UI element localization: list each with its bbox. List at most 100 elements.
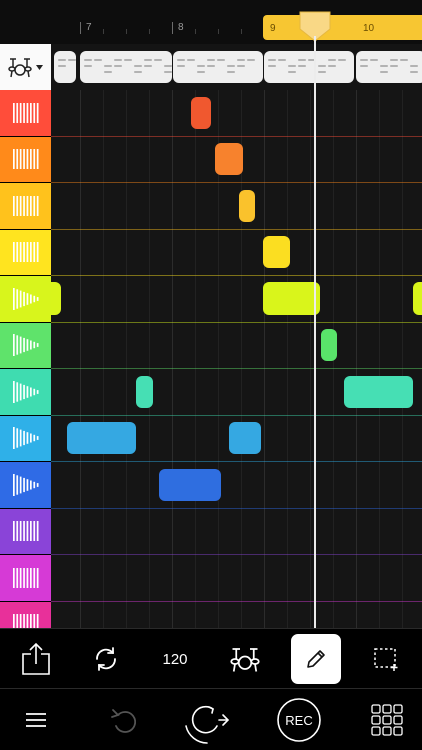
loop-region[interactable]: 9 10	[263, 15, 422, 40]
pattern-preview-step	[217, 59, 225, 61]
pattern-block[interactable]	[356, 51, 422, 83]
select-tool-button[interactable]	[362, 635, 410, 683]
track-separator	[51, 182, 422, 183]
pencil-tool-button[interactable]	[291, 634, 341, 684]
sample-wave-icon	[12, 473, 38, 496]
menu-button[interactable]	[11, 695, 61, 745]
sample-bars-icon	[12, 242, 38, 263]
hamburger-menu-icon	[26, 713, 46, 727]
pattern-lane[interactable]	[0, 44, 422, 90]
track-separator	[51, 507, 422, 509]
pattern-preview-step	[134, 65, 142, 67]
pattern-preview-step	[104, 65, 112, 67]
drum-pad[interactable]	[0, 508, 51, 554]
grid-view-button[interactable]	[362, 695, 412, 745]
pattern-preview-step	[328, 65, 336, 67]
note-block[interactable]	[413, 282, 422, 316]
grid-icon	[371, 704, 403, 736]
track-separator	[51, 414, 422, 416]
drum-pad[interactable]	[0, 136, 51, 182]
track-separator	[51, 368, 422, 369]
pattern-block[interactable]	[264, 51, 354, 83]
drum-pad[interactable]	[0, 601, 51, 628]
pattern-preview-step	[227, 71, 235, 73]
note-block[interactable]	[136, 375, 153, 408]
drum-pad[interactable]	[0, 322, 51, 368]
pattern-block[interactable]	[54, 51, 76, 83]
drum-pad[interactable]	[0, 229, 51, 275]
track-separator	[51, 135, 422, 137]
play-button[interactable]	[182, 695, 232, 745]
pattern-preview-step	[207, 59, 215, 61]
bar-label-10: 10	[363, 23, 375, 34]
pattern-preview-step	[177, 65, 185, 67]
sample-bars-icon	[12, 102, 38, 123]
sample-bars-icon	[12, 567, 38, 588]
drum-pad[interactable]	[0, 183, 51, 229]
bar-label-8: 8	[178, 22, 184, 33]
record-button[interactable]: REC	[274, 695, 324, 745]
pattern-preview-step	[237, 65, 245, 67]
pattern-block[interactable]	[80, 51, 172, 83]
drum-pad[interactable]	[0, 555, 51, 601]
sample-wave-icon	[12, 334, 38, 357]
pattern-preview-step	[68, 59, 76, 61]
bar-label-7: 7	[86, 22, 92, 33]
note-block[interactable]	[263, 282, 320, 316]
kit-selector[interactable]	[0, 44, 51, 90]
note-grid[interactable]	[51, 90, 422, 628]
pattern-preview-step	[164, 71, 172, 73]
note-block[interactable]	[51, 282, 61, 316]
note-block[interactable]	[191, 96, 211, 129]
pencil-icon	[307, 650, 325, 668]
bar-label-9: 9	[270, 23, 276, 34]
bar-tick	[172, 22, 173, 34]
pattern-preview-step	[84, 65, 92, 67]
undo-button[interactable]	[98, 695, 148, 745]
pattern-preview-step	[318, 65, 326, 67]
kit-button[interactable]	[221, 635, 269, 683]
pattern-preview-step	[58, 59, 66, 61]
marquee-select-icon	[374, 648, 398, 671]
beat-tick	[103, 29, 104, 34]
track-separator	[51, 228, 422, 230]
note-block[interactable]	[215, 143, 243, 176]
drum-pad[interactable]	[0, 90, 51, 136]
pattern-preview-step	[237, 59, 245, 61]
note-block[interactable]	[229, 422, 261, 455]
timeline-ruler[interactable]: 7 8 9 10	[0, 0, 422, 44]
pattern-preview-step	[288, 65, 296, 67]
drum-pads	[0, 90, 51, 628]
pattern-preview-step	[268, 59, 276, 61]
drum-pad[interactable]	[0, 415, 51, 461]
pattern-preview-step	[124, 59, 132, 61]
tempo-button[interactable]: 120	[151, 635, 199, 683]
pattern-preview-step	[268, 65, 276, 67]
note-block[interactable]	[321, 329, 337, 362]
track-separator	[51, 275, 422, 276]
drum-pad[interactable]	[0, 462, 51, 508]
track-separator	[51, 600, 422, 602]
pattern-preview-step	[114, 65, 122, 67]
pattern-preview-step	[338, 59, 346, 61]
share-button[interactable]	[12, 635, 60, 683]
drum-pad[interactable]	[0, 369, 51, 415]
pattern-preview-step	[400, 59, 408, 61]
pattern-preview-step	[247, 59, 255, 61]
pattern-block[interactable]	[173, 51, 263, 83]
beat-tick	[241, 29, 242, 34]
note-block[interactable]	[67, 422, 136, 455]
loop-button[interactable]	[82, 635, 130, 683]
note-block[interactable]	[344, 375, 413, 408]
grid-column-line	[149, 90, 150, 628]
note-block[interactable]	[159, 468, 221, 501]
pattern-preview-step	[207, 65, 215, 67]
pattern-preview-step	[104, 71, 112, 73]
note-block[interactable]	[263, 236, 290, 269]
track-separator	[51, 554, 422, 555]
drum-pad[interactable]	[0, 276, 51, 322]
beat-tick	[126, 29, 127, 34]
sample-bars-icon	[12, 149, 38, 170]
note-block[interactable]	[239, 189, 255, 222]
playhead-line	[314, 36, 316, 628]
